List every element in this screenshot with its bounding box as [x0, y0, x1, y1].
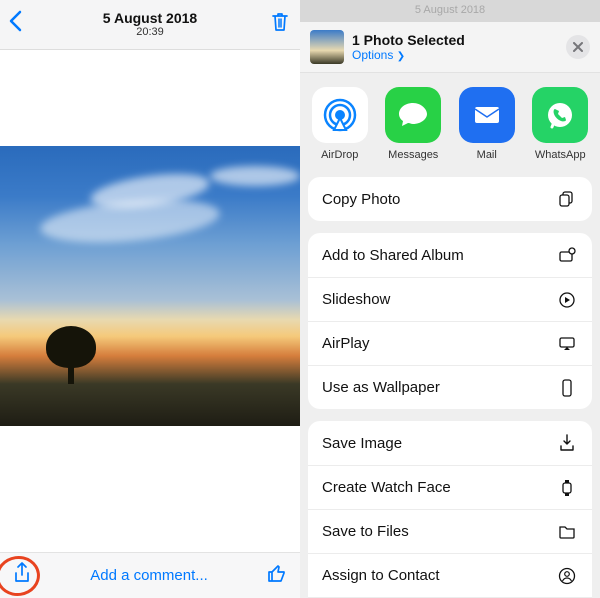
- share-button[interactable]: [12, 561, 32, 590]
- action-add-shared-album[interactable]: Add to Shared Album: [308, 233, 592, 277]
- delete-button[interactable]: [270, 11, 290, 38]
- copy-icon: [556, 190, 578, 208]
- dimmed-background-date: 5 August 2018: [300, 0, 600, 22]
- action-group-2: Add to Shared Album Slideshow AirPlay Us…: [308, 233, 592, 409]
- action-airplay[interactable]: AirPlay: [308, 321, 592, 365]
- like-button[interactable]: [266, 562, 288, 589]
- folder-icon: [556, 524, 578, 540]
- action-copy-photo[interactable]: Copy Photo: [308, 177, 592, 221]
- selection-title: 1 Photo Selected: [352, 32, 465, 48]
- back-button[interactable]: [8, 10, 22, 39]
- comment-bar: Add a comment...: [0, 552, 300, 598]
- action-assign-contact[interactable]: Assign to Contact: [308, 553, 592, 597]
- messages-icon: [385, 87, 441, 143]
- airdrop-icon: [312, 87, 368, 143]
- mail-icon: [459, 87, 515, 143]
- share-target-airdrop[interactable]: AirDrop: [306, 87, 374, 161]
- close-button[interactable]: [566, 35, 590, 59]
- action-save-files[interactable]: Save to Files: [308, 509, 592, 553]
- action-save-image[interactable]: Save Image: [308, 421, 592, 465]
- share-target-mail[interactable]: Mail: [453, 87, 521, 161]
- chevron-right-icon: ❯: [397, 51, 405, 62]
- options-link[interactable]: Options ❯: [352, 48, 465, 62]
- action-watch-face[interactable]: Create Watch Face: [308, 465, 592, 509]
- airplay-icon: [556, 335, 578, 353]
- photo-viewer[interactable]: [0, 50, 300, 552]
- phone-icon: [556, 379, 578, 397]
- action-group-3: Save Image Create Watch Face Save to Fil…: [308, 421, 592, 598]
- contact-icon: [556, 567, 578, 585]
- photo-header: 5 August 2018 20:39: [0, 0, 300, 50]
- photo-detail-pane: 5 August 2018 20:39 Add a comment...: [0, 0, 300, 598]
- action-slideshow[interactable]: Slideshow: [308, 277, 592, 321]
- watch-icon: [556, 479, 578, 497]
- share-targets-row: AirDrop Messages Mail WhatsApp: [300, 73, 600, 177]
- photo-time: 20:39: [103, 26, 197, 39]
- share-sheet-header: 1 Photo Selected Options ❯: [300, 22, 600, 73]
- add-comment-field[interactable]: Add a comment...: [32, 567, 266, 584]
- download-icon: [556, 434, 578, 452]
- share-target-messages[interactable]: Messages: [380, 87, 448, 161]
- photo-date: 5 August 2018: [103, 10, 197, 27]
- selected-photo-thumbnail: [310, 30, 344, 64]
- share-target-whatsapp[interactable]: WhatsApp: [527, 87, 595, 161]
- photo-content: [0, 146, 300, 426]
- action-group-1: Copy Photo: [308, 177, 592, 221]
- shared-album-icon: [556, 246, 578, 264]
- whatsapp-icon: [532, 87, 588, 143]
- share-sheet-pane: 5 August 2018 1 Photo Selected Options ❯…: [300, 0, 600, 598]
- action-wallpaper[interactable]: Use as Wallpaper: [308, 365, 592, 409]
- play-icon: [556, 291, 578, 309]
